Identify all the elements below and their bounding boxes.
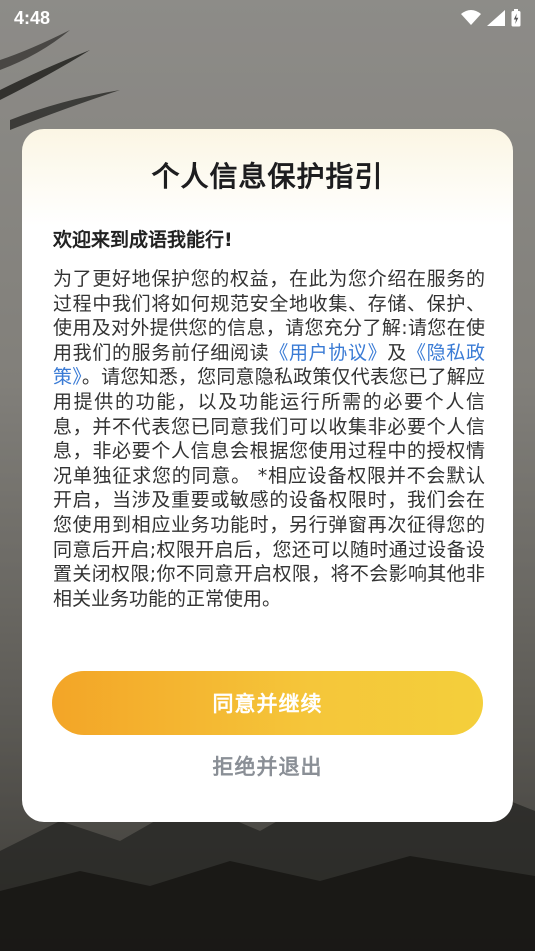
dialog-title: 个人信息保护指引 (151, 160, 384, 193)
reject-exit-button[interactable]: 拒绝并退出 (22, 751, 513, 781)
body-conjunction: 及 (387, 341, 407, 364)
welcome-text: 欢迎来到成语我能行! (53, 229, 233, 251)
battery-charging-icon (511, 9, 521, 27)
user-agreement-link[interactable]: 《用户协议》 (269, 342, 387, 364)
agree-continue-button[interactable]: 同意并继续 (52, 671, 483, 735)
wifi-icon (461, 10, 481, 25)
status-time: 4:48 (14, 7, 51, 28)
body-text-part2: 。请您知悉，您同意隐私政策仅代表您已了解应用提供的功能，以及功能运行所需的必要个… (53, 366, 485, 610)
status-icons (461, 9, 521, 27)
status-bar: 4:48 (0, 0, 535, 36)
signal-icon (487, 10, 505, 26)
app-screen: 4:48 个人信息保护指引 欢迎来到成语我能行! 为了更好地保护您的权益，在此为… (0, 0, 535, 951)
privacy-dialog: 个人信息保护指引 欢迎来到成语我能行! 为了更好地保护您的权益，在此为您介绍在服… (22, 129, 513, 822)
privacy-body-text: 为了更好地保护您的权益，在此为您介绍在服务的过程中我们将如何规范安全地收集、存储… (53, 267, 485, 611)
